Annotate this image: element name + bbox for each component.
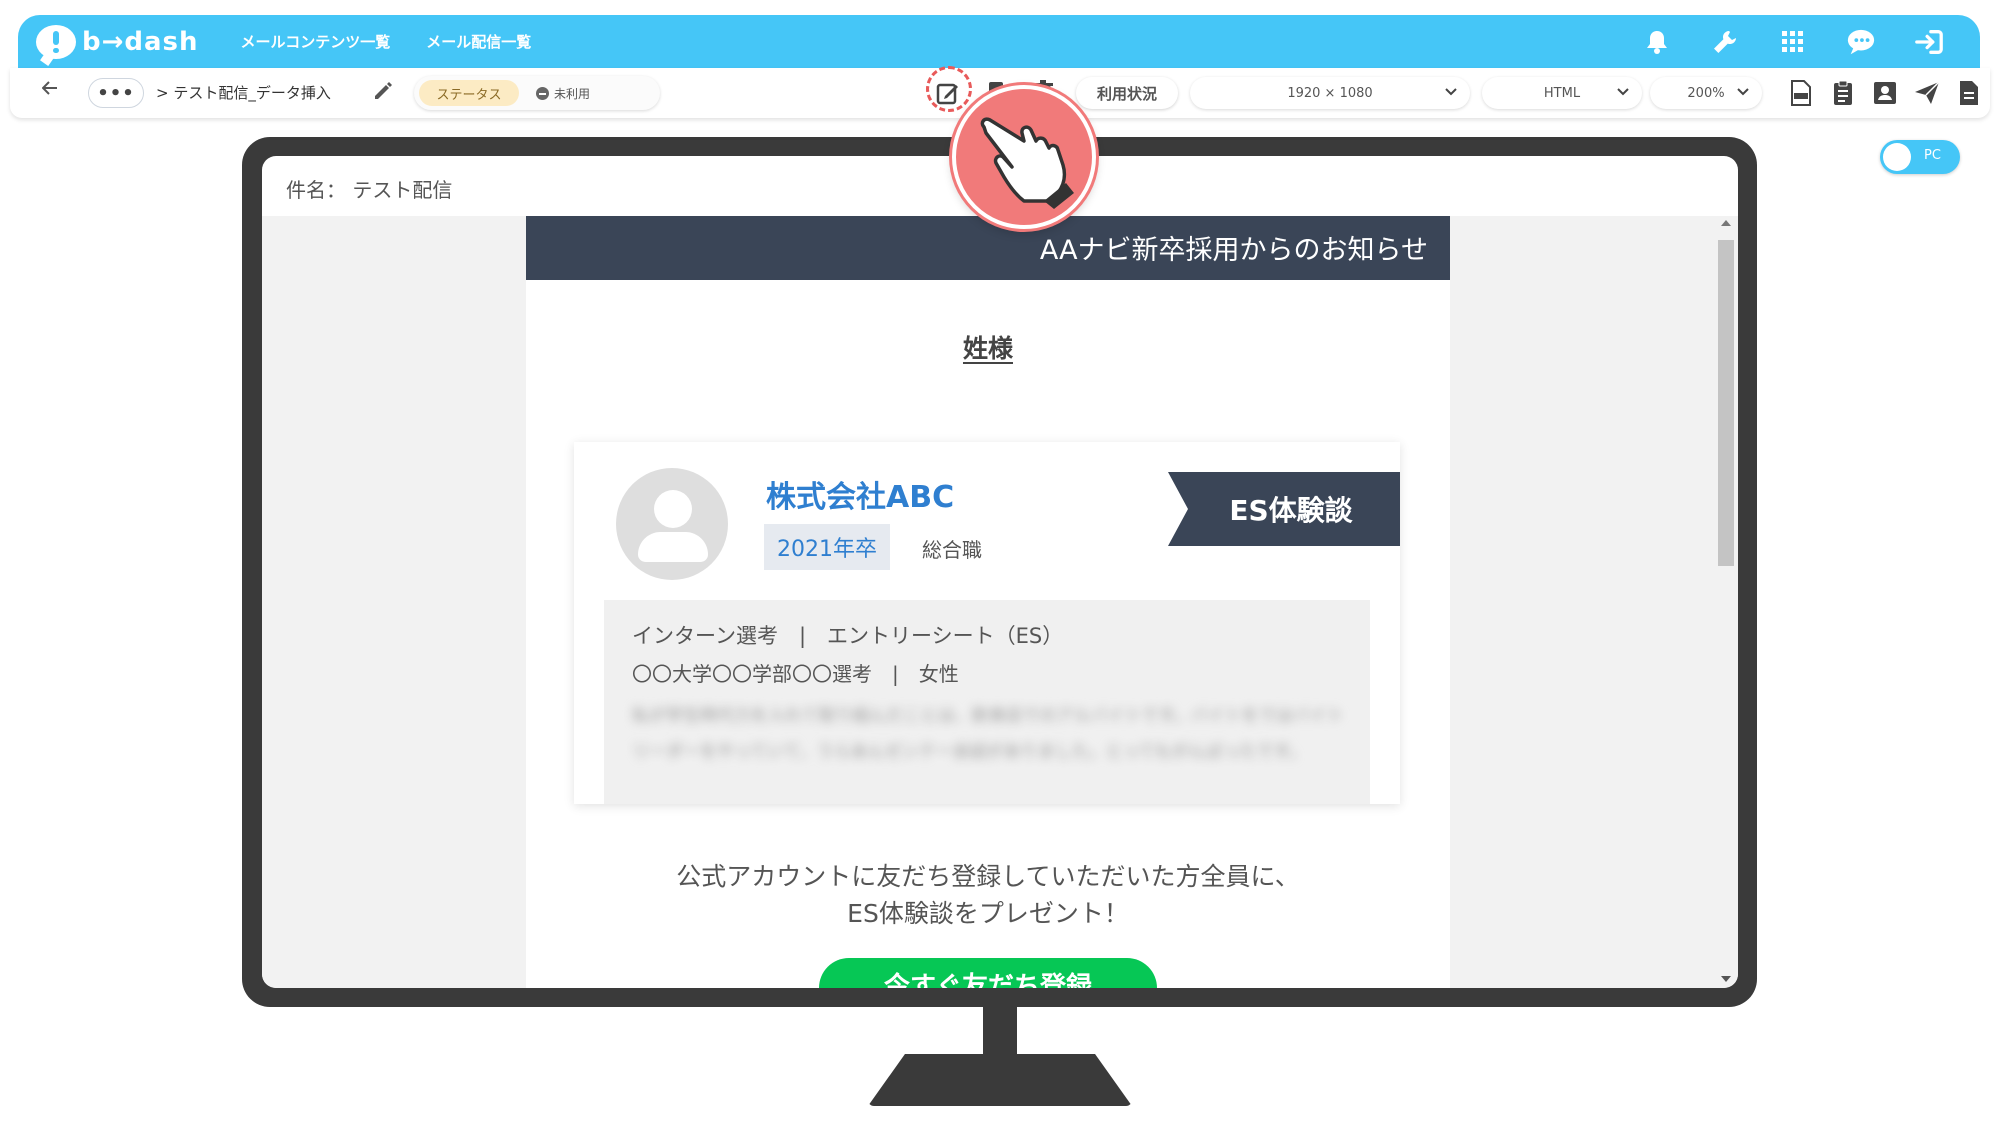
device-toggle[interactable]: PC	[1880, 140, 1960, 174]
es-ribbon: ES体験談	[1168, 472, 1400, 546]
status-selector[interactable]: ステータス 未利用	[414, 76, 660, 110]
preview-screen: 件名： テスト配信 AAナビ新卒採用からのお知らせ 姓様 株式会社ABC 202…	[262, 156, 1738, 988]
promo-text: 公式アカウントに友だち登録していただいた方全員に、 ES体験談をプレゼント！	[526, 858, 1450, 932]
breadcrumb: > テスト配信_データ挿入	[156, 84, 331, 102]
graduation-year-tag: 2021年卒	[764, 524, 890, 570]
rename-pencil-icon[interactable]	[372, 80, 394, 102]
nav-mail-contents[interactable]: メールコンテンツ一覧	[241, 31, 391, 52]
chevron-down-icon	[1445, 88, 1457, 96]
minus-circle-icon	[536, 86, 549, 100]
mail-subject: 件名： テスト配信	[286, 178, 453, 202]
monitor-stand-base	[868, 1054, 1132, 1106]
scroll-thumb[interactable]	[1718, 240, 1734, 566]
chevron-down-icon	[1737, 88, 1749, 96]
preview-scrollbar[interactable]	[1714, 216, 1738, 988]
mail-body: AAナビ新卒採用からのお知らせ 姓様 株式会社ABC 2021年卒 総合職 ES…	[526, 216, 1450, 988]
blurred-es-text: 私が学生時代力を入れて取り組んだことは、飲食店でのアルバイトです。バイトをではバ…	[632, 706, 1344, 762]
avatar-icon	[616, 468, 728, 580]
bdash-logo[interactable]: b→dash	[36, 24, 199, 59]
document-icon[interactable]	[1956, 80, 1982, 106]
logo-text: b→dash	[82, 26, 199, 57]
zoom-select[interactable]: 200%	[1650, 77, 1762, 109]
mail-preview-area[interactable]: AAナビ新卒採用からのお知らせ 姓様 株式会社ABC 2021年卒 総合職 ES…	[262, 216, 1714, 988]
job-type: 総合職	[922, 538, 982, 562]
clipboard-icon[interactable]	[1830, 80, 1856, 106]
selection-type: インターン選考 | エントリーシート（ES）	[632, 624, 1064, 648]
usage-status-button[interactable]: 利用状況	[1076, 77, 1178, 109]
resolution-value: 1920 × 1080	[1287, 85, 1373, 101]
action-icons	[1788, 80, 1982, 106]
toggle-knob	[1883, 143, 1911, 171]
format-select[interactable]: HTML	[1482, 77, 1642, 109]
format-value: HTML	[1543, 85, 1581, 101]
status-value-text: 未利用	[554, 86, 591, 101]
contact-card-icon[interactable]	[1872, 80, 1898, 106]
mail-header-text: AAナビ新卒採用からのお知らせ	[1039, 235, 1428, 266]
chat-bubble-icon[interactable]	[1846, 27, 1876, 57]
line-friend-register-button[interactable]: 今すぐ友だち登録	[819, 958, 1157, 988]
bell-icon[interactable]	[1642, 27, 1672, 57]
pointer-hand-icon	[952, 85, 1096, 229]
scroll-down-arrow-icon[interactable]	[1721, 976, 1731, 982]
monitor-stand-neck	[983, 1005, 1017, 1061]
scroll-up-arrow-icon[interactable]	[1721, 220, 1731, 226]
logo-bubble-icon	[36, 24, 76, 59]
card-detail: インターン選考 | エントリーシート（ES） 〇〇大学〇〇学部〇〇選考 | 女性…	[604, 600, 1370, 804]
send-icon[interactable]	[1914, 80, 1940, 106]
device-toggle-label: PC	[1924, 148, 1941, 163]
greeting: 姓様	[962, 334, 1013, 363]
html-file-icon[interactable]	[1788, 80, 1814, 106]
zoom-value: 200%	[1687, 85, 1725, 101]
es-experience-card: 株式会社ABC 2021年卒 総合職 ES体験談 インターン選考 | エントリー…	[574, 442, 1400, 804]
app-header: b→dash メールコンテンツ一覧 メール配信一覧	[18, 15, 1980, 68]
logout-icon[interactable]	[1914, 27, 1944, 57]
status-label: ステータス	[419, 80, 519, 106]
wrench-icon[interactable]	[1710, 27, 1740, 57]
status-value: 未利用	[536, 80, 590, 106]
resolution-select[interactable]: 1920 × 1080	[1190, 77, 1470, 109]
back-arrow-icon[interactable]	[42, 81, 58, 95]
company-name: 株式会社ABC	[766, 480, 955, 515]
chevron-down-icon	[1617, 88, 1629, 96]
promo-line-1: 公式アカウントに友だち登録していただいた方全員に、	[676, 862, 1300, 891]
nav-mail-delivery[interactable]: メール配信一覧	[426, 31, 531, 52]
mail-header-bar: AAナビ新卒採用からのお知らせ	[526, 216, 1450, 280]
promo-line-2: ES体験談をプレゼント！	[847, 899, 1129, 928]
applicant-info: 〇〇大学〇〇学部〇〇選考 | 女性	[632, 662, 959, 686]
apps-grid-icon[interactable]	[1778, 27, 1808, 57]
breadcrumb-more-button[interactable]: •••	[88, 78, 144, 108]
